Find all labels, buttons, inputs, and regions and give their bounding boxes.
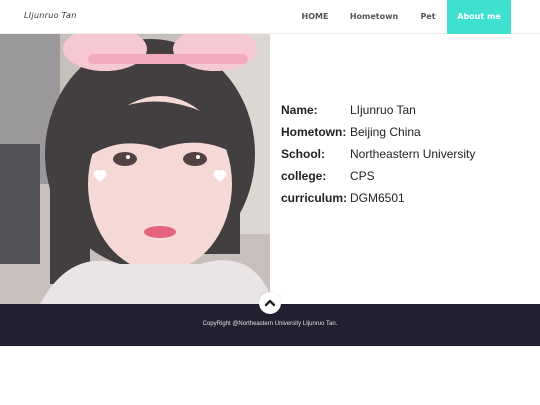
brand-logo[interactable]: LIjunruo Tan: [24, 11, 77, 20]
info-row-name: Name: LIjunruo Tan: [281, 102, 531, 124]
name-label: Name:: [281, 103, 318, 117]
info-row-hometown: Hometown: Beijing China: [281, 124, 531, 146]
college-label: college:: [281, 169, 327, 183]
name-value: LIjunruo Tan: [350, 103, 416, 117]
curriculum-label: curriculum:: [281, 191, 348, 205]
info-row-college: college: CPS: [281, 168, 531, 190]
chevron-up-icon: [264, 299, 276, 307]
school-label: School:: [281, 147, 325, 161]
profile-photo-image: [0, 34, 270, 304]
school-value: Northeastern University: [350, 147, 476, 161]
navbar: LIjunruo Tan HOME Hometown Pet About me: [0, 0, 540, 34]
nav-pet[interactable]: Pet: [418, 0, 438, 34]
nav-hometown[interactable]: Hometown: [348, 0, 400, 34]
curriculum-value: DGM6501: [350, 191, 405, 205]
profile-info: Name: LIjunruo Tan Hometown: Beijing Chi…: [281, 102, 531, 212]
nav-home[interactable]: HOME: [298, 0, 332, 34]
profile-photo: [0, 34, 270, 304]
nav-about-me[interactable]: About me: [447, 0, 511, 34]
info-row-school: School: Northeastern University: [281, 146, 531, 168]
info-row-curriculum: curriculum: DGM6501: [281, 190, 531, 212]
hometown-label: Hometown:: [281, 125, 347, 139]
scroll-to-top-button[interactable]: [259, 292, 281, 314]
footer-copyright: CopyRight @Northeastern University LIjun…: [202, 321, 338, 327]
college-value: CPS: [350, 169, 375, 183]
hometown-value: Beijing China: [350, 125, 421, 139]
